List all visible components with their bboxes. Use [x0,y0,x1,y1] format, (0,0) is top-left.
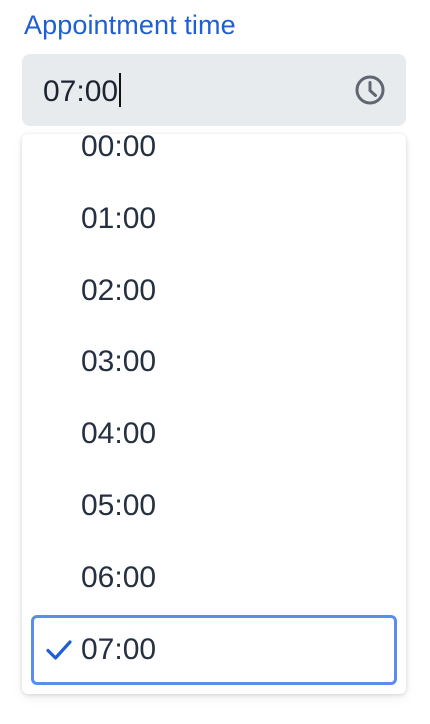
option-0400[interactable]: 04:00 [22,399,406,469]
time-picker: Appointment time 07:00 00:00 01:00 02:00… [0,0,430,724]
field-label: Appointment time [24,10,236,40]
checkmark-icon [46,640,72,660]
time-input-text: 07:00 [43,75,119,108]
option-0600[interactable]: 06:00 [22,543,406,613]
time-options-list: 00:00 01:00 02:00 03:00 04:00 05:00 06:0… [22,134,406,694]
option-0500[interactable]: 05:00 [22,471,406,541]
option-0000[interactable]: 00:00 [22,134,406,182]
option-0700-selected[interactable]: 07:00 [31,615,397,685]
option-0700-label: 07:00 [81,633,157,666]
text-caret [119,73,122,107]
option-0100[interactable]: 01:00 [22,184,406,254]
clock-icon[interactable] [354,74,386,106]
time-input[interactable]: 07:00 [22,54,406,126]
option-0200[interactable]: 02:00 [22,256,406,326]
time-dropdown: 00:00 01:00 02:00 03:00 04:00 05:00 06:0… [22,134,406,694]
time-input-value[interactable]: 07:00 [43,73,122,110]
option-0300[interactable]: 03:00 [22,327,406,397]
